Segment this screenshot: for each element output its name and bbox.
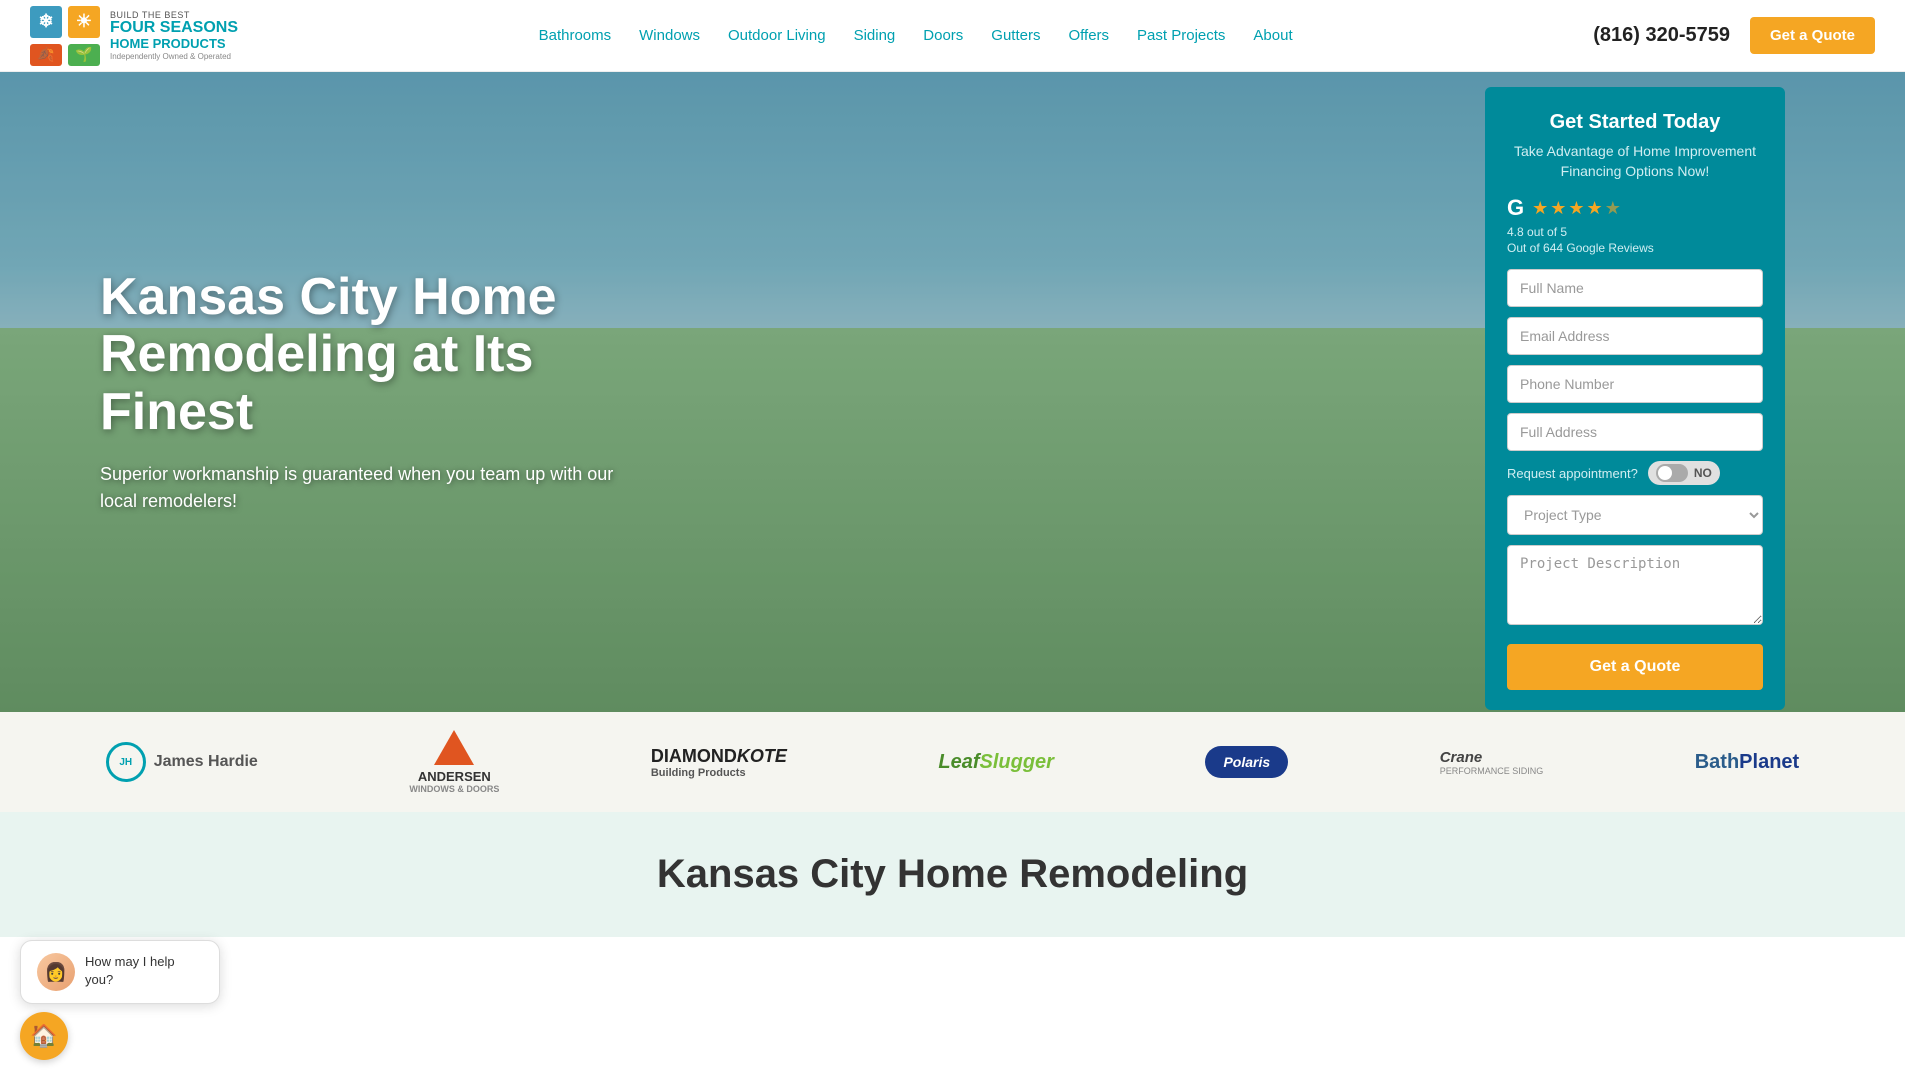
review-count: Out of 644 Google Reviews	[1507, 241, 1763, 255]
nav-bathrooms[interactable]: Bathrooms	[539, 27, 612, 44]
svg-text:❄: ❄	[38, 11, 53, 31]
nav-windows[interactable]: Windows	[639, 27, 700, 44]
nav-past-projects[interactable]: Past Projects	[1137, 27, 1225, 44]
brand-andersen: ANDERSEN WINDOWS & DOORS	[409, 732, 499, 792]
phone-number: (816) 320-5759	[1593, 24, 1730, 47]
brand-diamond-kote-label: DIAMONDKOTE	[651, 746, 787, 767]
form-tagline: Take Advantage of Home Improvement Finan…	[1507, 142, 1763, 181]
project-description-textarea[interactable]	[1507, 545, 1763, 625]
logo-brand1: FOUR SEASONS	[110, 20, 238, 36]
header-right: (816) 320-5759 Get a Quote	[1593, 17, 1875, 54]
logo-text: BUILD the BEST FOUR SEASONS HOME PRODUCT…	[110, 10, 238, 62]
brand-leaf-slugger: LeafSlugger	[938, 732, 1054, 792]
brand-leaf-slugger-label: LeafSlugger	[938, 751, 1054, 774]
brand-diamond-kote: DIAMONDKOTE Building Products	[651, 732, 787, 792]
chat-widget: 👩 How may I help you? 🏠	[20, 940, 220, 1060]
home-icon: 🏠	[30, 1023, 57, 1049]
nav-doors[interactable]: Doors	[923, 27, 963, 44]
header-get-quote-button[interactable]: Get a Quote	[1750, 17, 1875, 54]
brand-andersen-label: ANDERSEN	[418, 769, 491, 784]
brand-crane: Crane PERFORMANCE SIDING	[1440, 732, 1544, 792]
svg-text:☀: ☀	[76, 11, 92, 31]
google-rating: G ★ ★ ★ ★ ★	[1507, 195, 1763, 221]
phone-input[interactable]	[1507, 365, 1763, 403]
star-5-half: ★	[1605, 198, 1621, 219]
submit-quote-button[interactable]: Get a Quote	[1507, 644, 1763, 690]
email-input[interactable]	[1507, 317, 1763, 355]
nav-offers[interactable]: Offers	[1068, 27, 1109, 44]
brand-james-hardie: JH James Hardie	[106, 732, 258, 792]
hero-section: Kansas City Home Remodeling at Its Fines…	[0, 72, 1905, 712]
brand-crane-label: Crane	[1440, 749, 1483, 766]
star-4: ★	[1587, 198, 1603, 219]
brand-bath-planet-label: BathPlanet	[1695, 751, 1799, 774]
star-2: ★	[1550, 198, 1566, 219]
chat-home-button[interactable]: 🏠	[20, 1012, 68, 1060]
svg-text:🍂: 🍂	[37, 46, 54, 63]
chat-bubble: 👩 How may I help you?	[20, 940, 220, 1004]
nav-siding[interactable]: Siding	[854, 27, 896, 44]
chat-message: How may I help you?	[85, 953, 203, 989]
brand-polaris-label: Polaris	[1223, 754, 1270, 770]
star-3: ★	[1568, 198, 1584, 219]
main-nav: Bathrooms Windows Outdoor Living Siding …	[539, 27, 1293, 44]
hero-title: Kansas City Home Remodeling at Its Fines…	[100, 269, 700, 441]
logo: ❄ ☀ 🍂 🌱 BUILD the BEST FOUR SEASONS HOME…	[30, 6, 238, 66]
star-rating: ★ ★ ★ ★ ★	[1532, 198, 1621, 219]
appointment-toggle[interactable]: NO	[1648, 461, 1720, 485]
brand-polaris: Polaris	[1205, 732, 1288, 792]
brand-james-hardie-label: James Hardie	[154, 753, 258, 771]
svg-text:🌱: 🌱	[75, 46, 92, 63]
logo-brand2: HOME PRODUCTS	[110, 36, 238, 52]
bottom-teaser: Kansas City Home Remodeling	[0, 812, 1905, 937]
google-g-icon: G	[1507, 195, 1524, 221]
bottom-heading: Kansas City Home Remodeling	[40, 852, 1865, 897]
project-type-select[interactable]: Project Type Bathrooms Windows Outdoor L…	[1507, 495, 1763, 535]
form-heading: Get Started Today	[1507, 111, 1763, 134]
full-name-input[interactable]	[1507, 269, 1763, 307]
toggle-switch[interactable]	[1656, 464, 1688, 482]
appointment-label: Request appointment?	[1507, 466, 1638, 481]
brand-diamond-kote-sub: Building Products	[651, 767, 787, 779]
nav-gutters[interactable]: Gutters	[991, 27, 1040, 44]
toggle-no-label: NO	[1694, 466, 1712, 480]
nav-about[interactable]: About	[1253, 27, 1292, 44]
star-1: ★	[1532, 198, 1548, 219]
logo-indie: Independently Owned & Operated	[110, 52, 238, 62]
address-input[interactable]	[1507, 413, 1763, 451]
quote-form-panel: Get Started Today Take Advantage of Home…	[1485, 87, 1785, 710]
andersen-triangle-icon	[434, 730, 474, 765]
brand-crane-sub: PERFORMANCE SIDING	[1440, 766, 1544, 776]
brand-bath-planet: BathPlanet	[1695, 732, 1799, 792]
rating-score: 4.8 out of 5	[1507, 225, 1763, 239]
site-header: ❄ ☀ 🍂 🌱 BUILD the BEST FOUR SEASONS HOME…	[0, 0, 1905, 72]
appointment-row: Request appointment? NO	[1507, 461, 1763, 485]
logo-icon: ❄ ☀ 🍂 🌱	[30, 6, 100, 66]
hero-content: Kansas City Home Remodeling at Its Fines…	[0, 269, 700, 515]
hero-subtitle: Superior workmanship is guaranteed when …	[100, 461, 620, 515]
brands-bar: JH James Hardie ANDERSEN WINDOWS & DOORS…	[0, 712, 1905, 812]
chat-avatar: 👩	[37, 953, 75, 991]
nav-outdoor-living[interactable]: Outdoor Living	[728, 27, 826, 44]
